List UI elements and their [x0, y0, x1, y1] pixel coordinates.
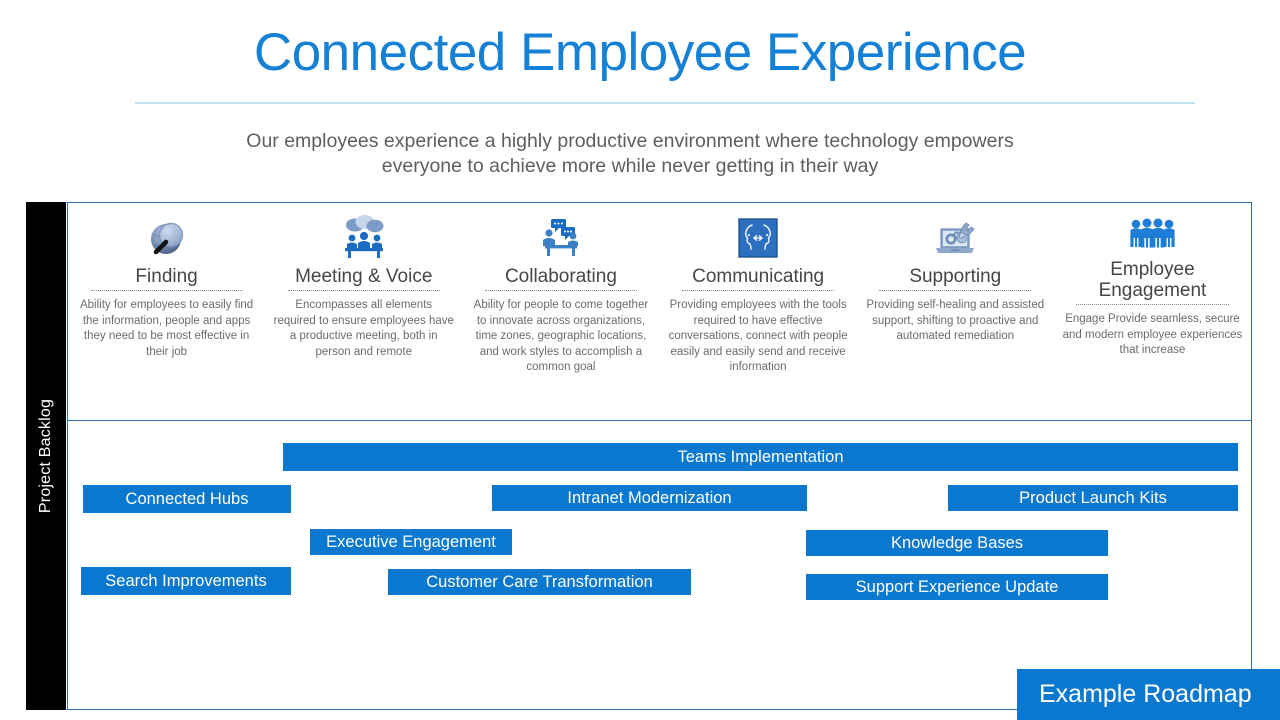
capability-title-divider [1076, 304, 1229, 305]
capability-panel: Finding Ability for employees to easily … [67, 202, 1252, 421]
slide-canvas: Connected Employee Experience Our employ… [0, 0, 1280, 720]
two-faces-profile-icon [668, 213, 849, 263]
roadmap-bar[interactable]: Product Launch Kits [948, 485, 1238, 511]
people-speech-bubbles-icon [273, 213, 454, 263]
project-backlog-label: Project Backlog [37, 398, 55, 514]
capability-column-employee-engagement[interactable]: Employee Engagement Engage Provide seaml… [1054, 203, 1251, 420]
capability-description: Ability for employees to easily find the… [79, 299, 254, 358]
roadmap-panel: Teams Implementation Connected Hubs Intran… [67, 421, 1252, 710]
capability-title: Communicating [692, 266, 825, 287]
roadmap-bar[interactable]: Customer Care Transformation [388, 569, 691, 595]
capability-column-communicating[interactable]: Communicating Providing employees with t… [660, 203, 857, 420]
capability-description: Providing self-healing and assisted supp… [866, 299, 1045, 342]
capability-title-divider [682, 290, 835, 291]
title-divider [135, 102, 1195, 104]
capability-title: Employee Engagement [1098, 259, 1207, 301]
capability-description: Engage Provide seamless, secure and mode… [1062, 313, 1243, 356]
capability-title-divider [90, 290, 243, 291]
capability-title: Supporting [909, 266, 1002, 287]
capability-column-supporting[interactable]: Supporting Providing self-healing and as… [857, 203, 1054, 420]
roadmap-bar[interactable]: Intranet Modernization [492, 485, 807, 511]
capability-title: Finding [135, 266, 198, 287]
page-subtitle: Our employees experience a highly produc… [246, 130, 1014, 177]
capability-column-finding[interactable]: Finding Ability for employees to easily … [68, 203, 265, 420]
roadmap-bar[interactable]: Support Experience Update [806, 574, 1108, 600]
capability-title: Collaborating [504, 266, 617, 287]
four-people-group-icon [1062, 213, 1243, 263]
roadmap-bar[interactable]: Teams Implementation [283, 443, 1238, 471]
roadmap-bar[interactable]: Search Improvements [81, 567, 291, 595]
example-roadmap-badge: Example Roadmap [1017, 669, 1280, 720]
capability-title-divider [879, 290, 1032, 291]
capability-title-divider [287, 290, 440, 291]
capability-title: Meeting & Voice [295, 266, 433, 287]
magnifier-globe-icon [76, 213, 257, 263]
roadmap-bar[interactable]: Connected Hubs [83, 485, 291, 513]
laptop-wrench-gears-icon [865, 213, 1046, 263]
capability-description: Encompasses all elements required to ens… [273, 299, 454, 358]
capability-title-divider [484, 290, 638, 291]
page-title: Connected Employee Experience [253, 23, 1027, 82]
capability-description: Ability for people to come together to i… [473, 299, 649, 373]
capability-column-collaborating[interactable]: Collaborating Ability for people to come… [462, 203, 659, 420]
roadmap-bar[interactable]: Executive Engagement [310, 529, 512, 555]
two-people-chat-table-icon [470, 213, 651, 263]
project-backlog-label-wrap: Project Backlog [26, 202, 66, 710]
roadmap-bar[interactable]: Knowledge Bases [806, 530, 1108, 556]
capability-description: Providing employees with the tools requi… [668, 299, 848, 373]
capability-column-meeting-voice[interactable]: Meeting & Voice Encompasses all elements… [265, 203, 462, 420]
